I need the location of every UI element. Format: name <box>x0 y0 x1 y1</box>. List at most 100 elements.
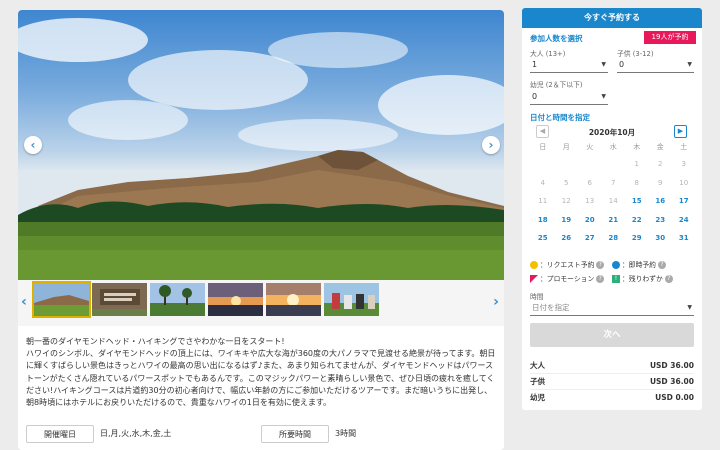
operating-days-label: 開催曜日 <box>26 425 94 443</box>
price-amount: USD 0.00 <box>655 393 694 402</box>
price-row-adult: 大人 USD 36.00 <box>530 358 694 374</box>
calendar-day: 1 <box>634 160 639 168</box>
help-icon[interactable]: ? <box>596 261 605 269</box>
adult-label: 大人 (13+) <box>530 50 566 58</box>
calendar-day: 9 <box>658 178 663 187</box>
operating-days: 開催曜日 日,月,火,水,木,金,土 <box>26 425 256 443</box>
price-row-child: 子供 USD 36.00 <box>530 374 694 390</box>
thumbnail-strip: ‹ › <box>18 280 504 326</box>
price-label: 子供 <box>530 377 545 386</box>
calendar-day: 12 <box>561 197 571 205</box>
calendar-day: 3 <box>681 160 686 168</box>
calendar-day[interactable]: 29 <box>625 234 649 242</box>
price-row-infant: 幼児 USD 0.00 <box>530 390 694 406</box>
calendar-day[interactable]: 25 <box>531 234 555 242</box>
calendar-day[interactable]: 26 <box>555 234 579 242</box>
request-dot-icon <box>530 261 538 269</box>
chevron-down-icon: ▼ <box>687 61 692 68</box>
chevron-down-icon: ▼ <box>601 93 606 100</box>
help-icon[interactable]: ? <box>657 261 666 269</box>
legend-few-left: ! ：残りわずか? <box>612 274 673 284</box>
thumbnail[interactable] <box>32 281 91 318</box>
calendar-weekday: 日 <box>539 143 547 151</box>
calendar-day: 5 <box>564 178 569 187</box>
infant-select-value: 0 <box>532 92 538 101</box>
calendar-day[interactable]: 17 <box>672 197 696 205</box>
time-select[interactable]: 日付を指定 ▼ <box>530 301 694 316</box>
calendar-day[interactable]: 16 <box>649 197 673 205</box>
next-button[interactable]: 次へ <box>530 323 694 347</box>
calendar-weekday: 土 <box>680 143 688 151</box>
calendar-day[interactable]: 27 <box>578 234 602 242</box>
calendar-day[interactable]: 21 <box>602 216 626 224</box>
calendar-day: 2 <box>658 160 663 168</box>
calendar-day[interactable]: 19 <box>555 216 579 224</box>
duration-value: 3時間 <box>335 429 357 438</box>
adult-select-value: 1 <box>532 60 538 69</box>
child-label: 子供 (3-12) <box>617 50 654 58</box>
calendar-day: 11 <box>538 197 548 205</box>
calendar-day[interactable]: 20 <box>578 216 602 224</box>
calendar-day: 4 <box>540 178 545 187</box>
adult-select[interactable]: 1 ▼ <box>530 58 608 73</box>
calendar-day: 8 <box>634 178 639 187</box>
calendar-day[interactable]: 22 <box>625 216 649 224</box>
few-left-icon: ! <box>612 275 620 283</box>
price-amount: USD 36.00 <box>649 377 694 386</box>
hero-image: ‹ › <box>18 10 504 280</box>
thumbs-prev-button[interactable]: ‹ <box>18 292 30 312</box>
help-icon[interactable]: ? <box>596 275 605 283</box>
legend-request: ：リクエスト予約? <box>530 260 605 270</box>
price-amount: USD 36.00 <box>649 361 694 370</box>
booking-widget: 今すぐ予約する 参加人数を選択 19人が予約 大人 (13+) 1 ▼ 子供 (… <box>522 8 702 410</box>
infant-select[interactable]: 0 ▼ <box>530 90 608 105</box>
calendar-day[interactable]: 31 <box>672 234 696 242</box>
calendar-weekday: 月 <box>562 143 570 151</box>
time-label: 時間 <box>530 293 544 301</box>
legend-few-text: ：残りわずか <box>622 275 663 283</box>
calendar-day[interactable]: 18 <box>531 216 555 224</box>
calendar-day[interactable]: 24 <box>672 216 696 224</box>
thumbs-next-button[interactable]: › <box>490 292 502 312</box>
legend-promo-text: ：プロモーション <box>540 275 595 283</box>
chevron-down-icon: ▼ <box>601 61 606 68</box>
calendar-weekday: 水 <box>609 143 617 151</box>
thumbnail[interactable] <box>150 283 205 316</box>
calendar-day[interactable]: 28 <box>602 234 626 242</box>
child-select[interactable]: 0 ▼ <box>617 58 694 73</box>
calendar-day: 13 <box>585 197 595 205</box>
thumbnail[interactable] <box>266 283 321 316</box>
thumbnail[interactable] <box>324 283 379 316</box>
calendar-day[interactable]: 30 <box>649 234 673 242</box>
thumbnail[interactable] <box>92 283 147 316</box>
participants-title: 参加人数を選択 <box>530 34 583 43</box>
price-label: 大人 <box>530 361 545 370</box>
prev-image-button[interactable]: ‹ <box>24 136 42 154</box>
next-image-button[interactable]: › <box>482 136 500 154</box>
legend-instant: ：即時予約? <box>612 260 666 270</box>
operating-days-value: 日,月,火,水,木,金,土 <box>100 429 172 438</box>
legend-instant-text: ：即時予約 <box>622 261 656 269</box>
date-time-title: 日付と時間を指定 <box>530 113 590 122</box>
diamond-head-photo <box>18 18 504 280</box>
duration-label: 所要時間 <box>261 425 329 443</box>
time-select-placeholder: 日付を指定 <box>532 303 570 312</box>
calendar-weekday: 火 <box>586 143 594 151</box>
child-select-value: 0 <box>619 60 625 69</box>
calendar-day: 10 <box>679 178 689 187</box>
next-month-button[interactable]: ▶ <box>674 125 687 138</box>
calendar-day: 6 <box>587 178 592 187</box>
calendar-day[interactable]: 15 <box>625 197 649 205</box>
instant-dot-icon <box>612 261 620 269</box>
duration: 所要時間 3時間 <box>261 425 491 443</box>
thumbnail[interactable] <box>208 283 263 316</box>
promo-flag-icon <box>530 275 538 283</box>
calendar-day: 14 <box>608 197 618 205</box>
help-icon[interactable]: ? <box>664 275 673 283</box>
book-now-header: 今すぐ予約する <box>522 8 702 28</box>
tour-content-panel: ‹ › ‹ › 朝一番のダイヤモンドヘッド・ハイキングでさやわかな一日をスタート… <box>18 10 504 450</box>
calendar-day[interactable]: 23 <box>649 216 673 224</box>
price-label: 幼児 <box>530 393 545 402</box>
booked-count-badge: 19人が予約 <box>644 31 696 44</box>
tour-description: 朝一番のダイヤモンドヘッド・ハイキングでさやわかな一日をスタート! ハワイのシン… <box>26 337 496 408</box>
